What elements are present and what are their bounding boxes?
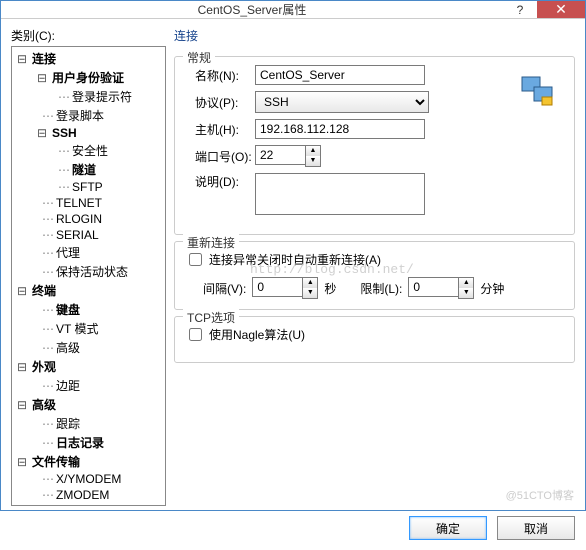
- tree-ssh[interactable]: ⊟SSH: [12, 125, 165, 141]
- tree-appearance[interactable]: ⊟外观: [12, 357, 165, 376]
- content-area: 类别(C): ⊟连接 ⊟用户身份验证 ⋯登录提示符 ⋯登录脚本 ⊟SSH ⋯安全…: [1, 19, 585, 550]
- tree-logging[interactable]: ⋯日志记录: [12, 433, 165, 452]
- tree-proxy[interactable]: ⋯代理: [12, 243, 165, 262]
- host-label: 主机(H):: [185, 121, 255, 138]
- tree-logon-script[interactable]: ⋯登录脚本: [12, 106, 165, 125]
- tree-tunnel[interactable]: ⋯隧道: [12, 160, 165, 179]
- connection-icon: [520, 75, 556, 109]
- interval-down[interactable]: ▼: [303, 288, 317, 298]
- dialog-window: CentOS_Server属性 ? ✕ 类别(C): ⊟连接 ⊟用户身份验证 ⋯…: [0, 0, 586, 511]
- limit-up[interactable]: ▲: [459, 278, 473, 288]
- name-label: 名称(N):: [185, 67, 255, 84]
- ok-button[interactable]: 确定: [409, 516, 487, 540]
- port-input[interactable]: [255, 145, 305, 165]
- tree-telnet[interactable]: ⋯TELNET: [12, 195, 165, 211]
- category-tree[interactable]: ⊟连接 ⊟用户身份验证 ⋯登录提示符 ⋯登录脚本 ⊟SSH ⋯安全性 ⋯隧道 ⋯…: [11, 46, 166, 506]
- tree-vt-mode[interactable]: ⋯VT 模式: [12, 319, 165, 338]
- general-fieldset: 常规 名称(N): 协议(P): SSH 主机(H): 端口号(O):: [174, 56, 575, 235]
- interval-up[interactable]: ▲: [303, 278, 317, 288]
- help-button[interactable]: ?: [503, 1, 537, 18]
- watermark-corner: @51CTO博客: [506, 487, 574, 503]
- cancel-button[interactable]: 取消: [497, 516, 575, 540]
- tree-zmodem[interactable]: ⋯ZMODEM: [12, 487, 165, 503]
- tree-file-transfer[interactable]: ⊟文件传输: [12, 452, 165, 471]
- tree-keepalive[interactable]: ⋯保持活动状态: [12, 262, 165, 281]
- limit-down[interactable]: ▼: [459, 288, 473, 298]
- reconnect-legend: 重新连接: [183, 234, 239, 251]
- tree-security[interactable]: ⋯安全性: [12, 141, 165, 160]
- tree-user-auth[interactable]: ⊟用户身份验证: [12, 68, 165, 87]
- limit-label: 限制(L):: [360, 280, 402, 297]
- tree-xymodem[interactable]: ⋯X/YMODEM: [12, 471, 165, 487]
- seconds-label: 秒: [324, 280, 336, 297]
- limit-spinner[interactable]: ▲▼: [408, 277, 474, 299]
- nagle-label: 使用Nagle算法(U): [209, 326, 305, 343]
- tree-advanced-term[interactable]: ⋯高级: [12, 338, 165, 357]
- interval-label: 间隔(V):: [203, 280, 246, 297]
- window-title: CentOS_Server属性: [1, 1, 503, 18]
- host-input[interactable]: [255, 119, 425, 139]
- tcp-legend: TCP选项: [183, 309, 239, 326]
- limit-input[interactable]: [408, 277, 458, 297]
- protocol-label: 协议(P):: [185, 94, 255, 111]
- tree-sftp[interactable]: ⋯SFTP: [12, 179, 165, 195]
- tree-connection[interactable]: ⊟连接: [12, 49, 165, 68]
- watermark-text: http://blog.csdn.net/: [250, 262, 414, 277]
- minutes-label: 分钟: [480, 280, 504, 297]
- tcp-fieldset: TCP选项 使用Nagle算法(U): [174, 316, 575, 363]
- tree-margin[interactable]: ⋯边距: [12, 376, 165, 395]
- port-label: 端口号(O):: [185, 148, 255, 165]
- interval-spinner[interactable]: ▲▼: [252, 277, 318, 299]
- port-up[interactable]: ▲: [306, 146, 320, 156]
- tree-terminal[interactable]: ⊟终端: [12, 281, 165, 300]
- name-input[interactable]: [255, 65, 425, 85]
- port-down[interactable]: ▼: [306, 156, 320, 166]
- category-label: 类别(C):: [11, 27, 166, 44]
- close-button[interactable]: ✕: [537, 1, 585, 18]
- tree-advanced[interactable]: ⊟高级: [12, 395, 165, 414]
- interval-input[interactable]: [252, 277, 302, 297]
- desc-textarea[interactable]: [255, 173, 425, 215]
- tree-trace[interactable]: ⋯跟踪: [12, 414, 165, 433]
- port-spinner[interactable]: ▲▼: [255, 145, 321, 167]
- tree-keyboard[interactable]: ⋯键盘: [12, 300, 165, 319]
- section-title: 连接: [174, 27, 575, 44]
- titlebar: CentOS_Server属性 ? ✕: [1, 1, 585, 19]
- protocol-select[interactable]: SSH: [255, 91, 429, 113]
- tree-serial[interactable]: ⋯SERIAL: [12, 227, 165, 243]
- tree-rlogin[interactable]: ⋯RLOGIN: [12, 211, 165, 227]
- nagle-checkbox[interactable]: [189, 328, 202, 341]
- reconnect-checkbox[interactable]: [189, 253, 202, 266]
- dialog-footer: 确定 取消: [11, 506, 575, 540]
- general-legend: 常规: [183, 49, 215, 66]
- desc-label: 说明(D):: [185, 173, 255, 190]
- tree-logon-prompt[interactable]: ⋯登录提示符: [12, 87, 165, 106]
